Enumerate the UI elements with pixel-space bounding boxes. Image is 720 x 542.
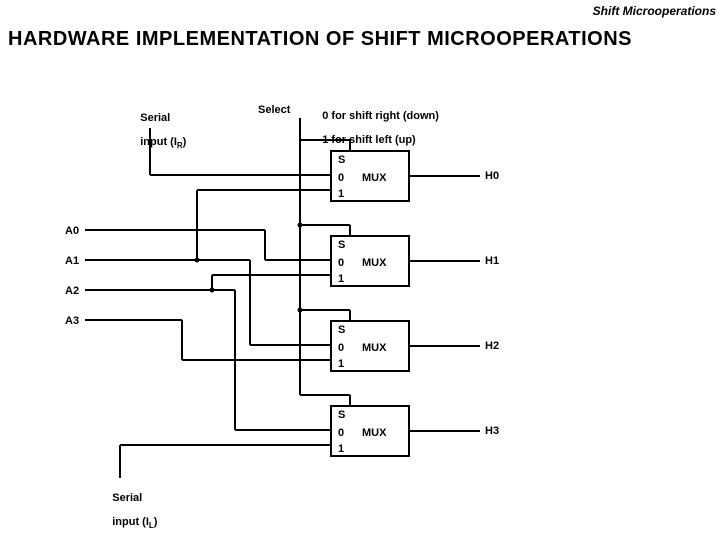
page-title: HARDWARE IMPLEMENTATION OF SHIFT MICROOP…: [8, 28, 632, 51]
wiring: [0, 70, 720, 540]
shift-diagram: Serial input (IR) Select 0 for shift rig…: [0, 70, 720, 540]
section-label: Shift Microoperations: [593, 4, 716, 18]
